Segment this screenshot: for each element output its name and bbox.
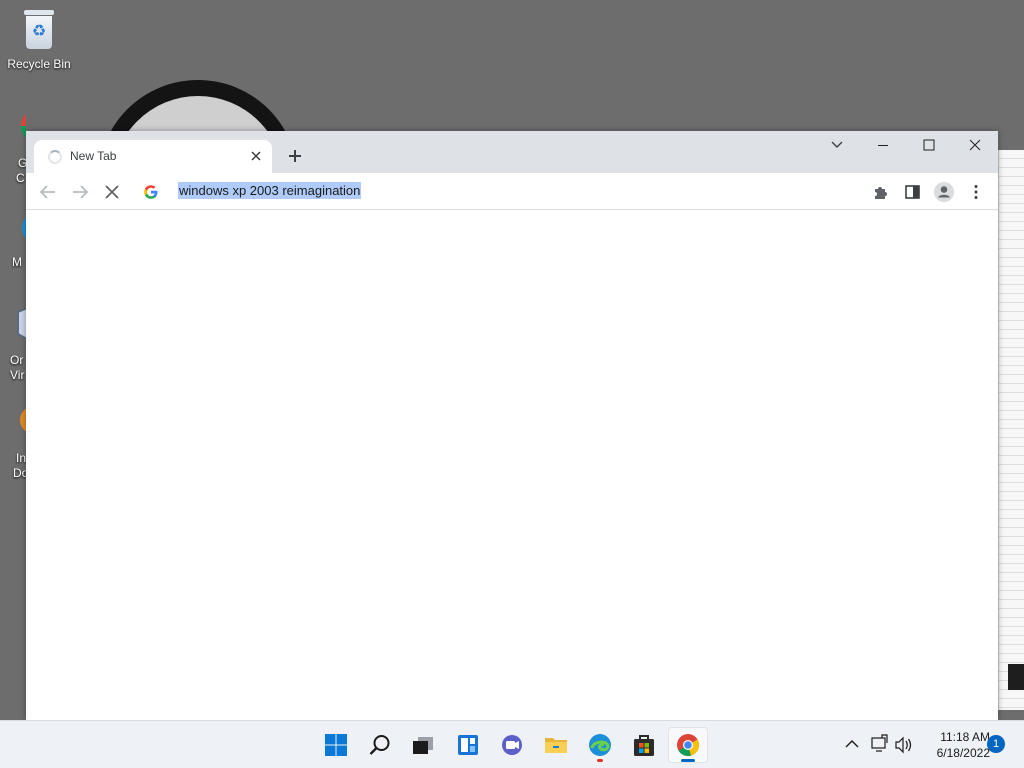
start-button[interactable] bbox=[316, 727, 356, 763]
menu-icon[interactable] bbox=[962, 178, 990, 206]
desktop-icon-label: Or bbox=[10, 353, 24, 367]
chrome-button[interactable] bbox=[668, 727, 708, 763]
forward-icon[interactable] bbox=[66, 178, 94, 206]
google-icon bbox=[142, 183, 160, 201]
show-hidden-icons-button[interactable] bbox=[842, 721, 862, 768]
new-tab-button[interactable] bbox=[282, 143, 308, 169]
edge-desktop-icon[interactable] bbox=[12, 208, 26, 248]
tab-new-tab[interactable]: New Tab bbox=[34, 140, 272, 173]
running-indicator bbox=[681, 759, 695, 762]
virtualbox-desktop-icon[interactable] bbox=[12, 304, 26, 344]
edge-button[interactable] bbox=[580, 727, 620, 763]
network-icon[interactable] bbox=[869, 721, 889, 768]
maximize-button[interactable] bbox=[906, 131, 952, 161]
tab-title: New Tab bbox=[70, 149, 117, 163]
title-bar[interactable]: New Tab bbox=[26, 131, 998, 173]
chrome-window[interactable]: New Tab windows xp 2003 reimagination bbox=[26, 131, 998, 720]
desktop-icon-label: M bbox=[12, 255, 22, 269]
volume-icon[interactable] bbox=[893, 721, 915, 768]
close-window-button[interactable] bbox=[952, 131, 998, 161]
profile-icon[interactable] bbox=[930, 178, 958, 206]
widgets-button[interactable] bbox=[448, 727, 488, 763]
tab-close-icon[interactable] bbox=[246, 146, 266, 166]
installer-desktop-icon[interactable] bbox=[12, 404, 26, 444]
tab-search-button[interactable] bbox=[814, 131, 860, 161]
recycle-bin-icon: ♻ bbox=[22, 8, 56, 50]
extensions-icon[interactable] bbox=[866, 178, 894, 206]
chat-button[interactable] bbox=[492, 727, 532, 763]
desktop-icon-label: C bbox=[16, 171, 25, 185]
taskbar: 11:18 AM 6/18/2022 1 bbox=[0, 720, 1024, 768]
background-window-edge[interactable] bbox=[998, 150, 1024, 710]
clock[interactable]: 11:18 AM 6/18/2022 bbox=[918, 729, 990, 761]
search-button[interactable] bbox=[360, 727, 400, 763]
task-view-button[interactable] bbox=[403, 727, 443, 763]
stop-icon[interactable] bbox=[98, 178, 126, 206]
address-bar[interactable]: windows xp 2003 reimagination bbox=[174, 180, 874, 202]
clock-time: 11:18 AM bbox=[940, 730, 990, 744]
running-indicator bbox=[597, 759, 603, 762]
page-content[interactable] bbox=[26, 210, 998, 720]
side-panel-icon[interactable] bbox=[898, 178, 926, 206]
chrome-desktop-icon[interactable] bbox=[12, 106, 26, 146]
notification-badge[interactable]: 1 bbox=[987, 735, 1005, 753]
back-icon[interactable] bbox=[34, 178, 62, 206]
background-window-dark-strip bbox=[1008, 664, 1024, 690]
file-explorer-button[interactable] bbox=[536, 727, 576, 763]
store-button[interactable] bbox=[624, 727, 664, 763]
desktop-icon-label: Vir bbox=[10, 368, 25, 382]
desktop-icon-recycle-bin[interactable]: ♻ Recycle Bin bbox=[1, 8, 77, 71]
loading-spinner-icon bbox=[48, 150, 62, 164]
minimize-button[interactable] bbox=[860, 131, 906, 161]
browser-toolbar: windows xp 2003 reimagination bbox=[26, 173, 998, 254]
desktop-icon-label: Recycle Bin bbox=[7, 57, 71, 71]
desktop-icon-label: In bbox=[16, 451, 27, 465]
address-bar-text: windows xp 2003 reimagination bbox=[178, 182, 362, 199]
clock-date: 6/18/2022 bbox=[936, 746, 990, 760]
